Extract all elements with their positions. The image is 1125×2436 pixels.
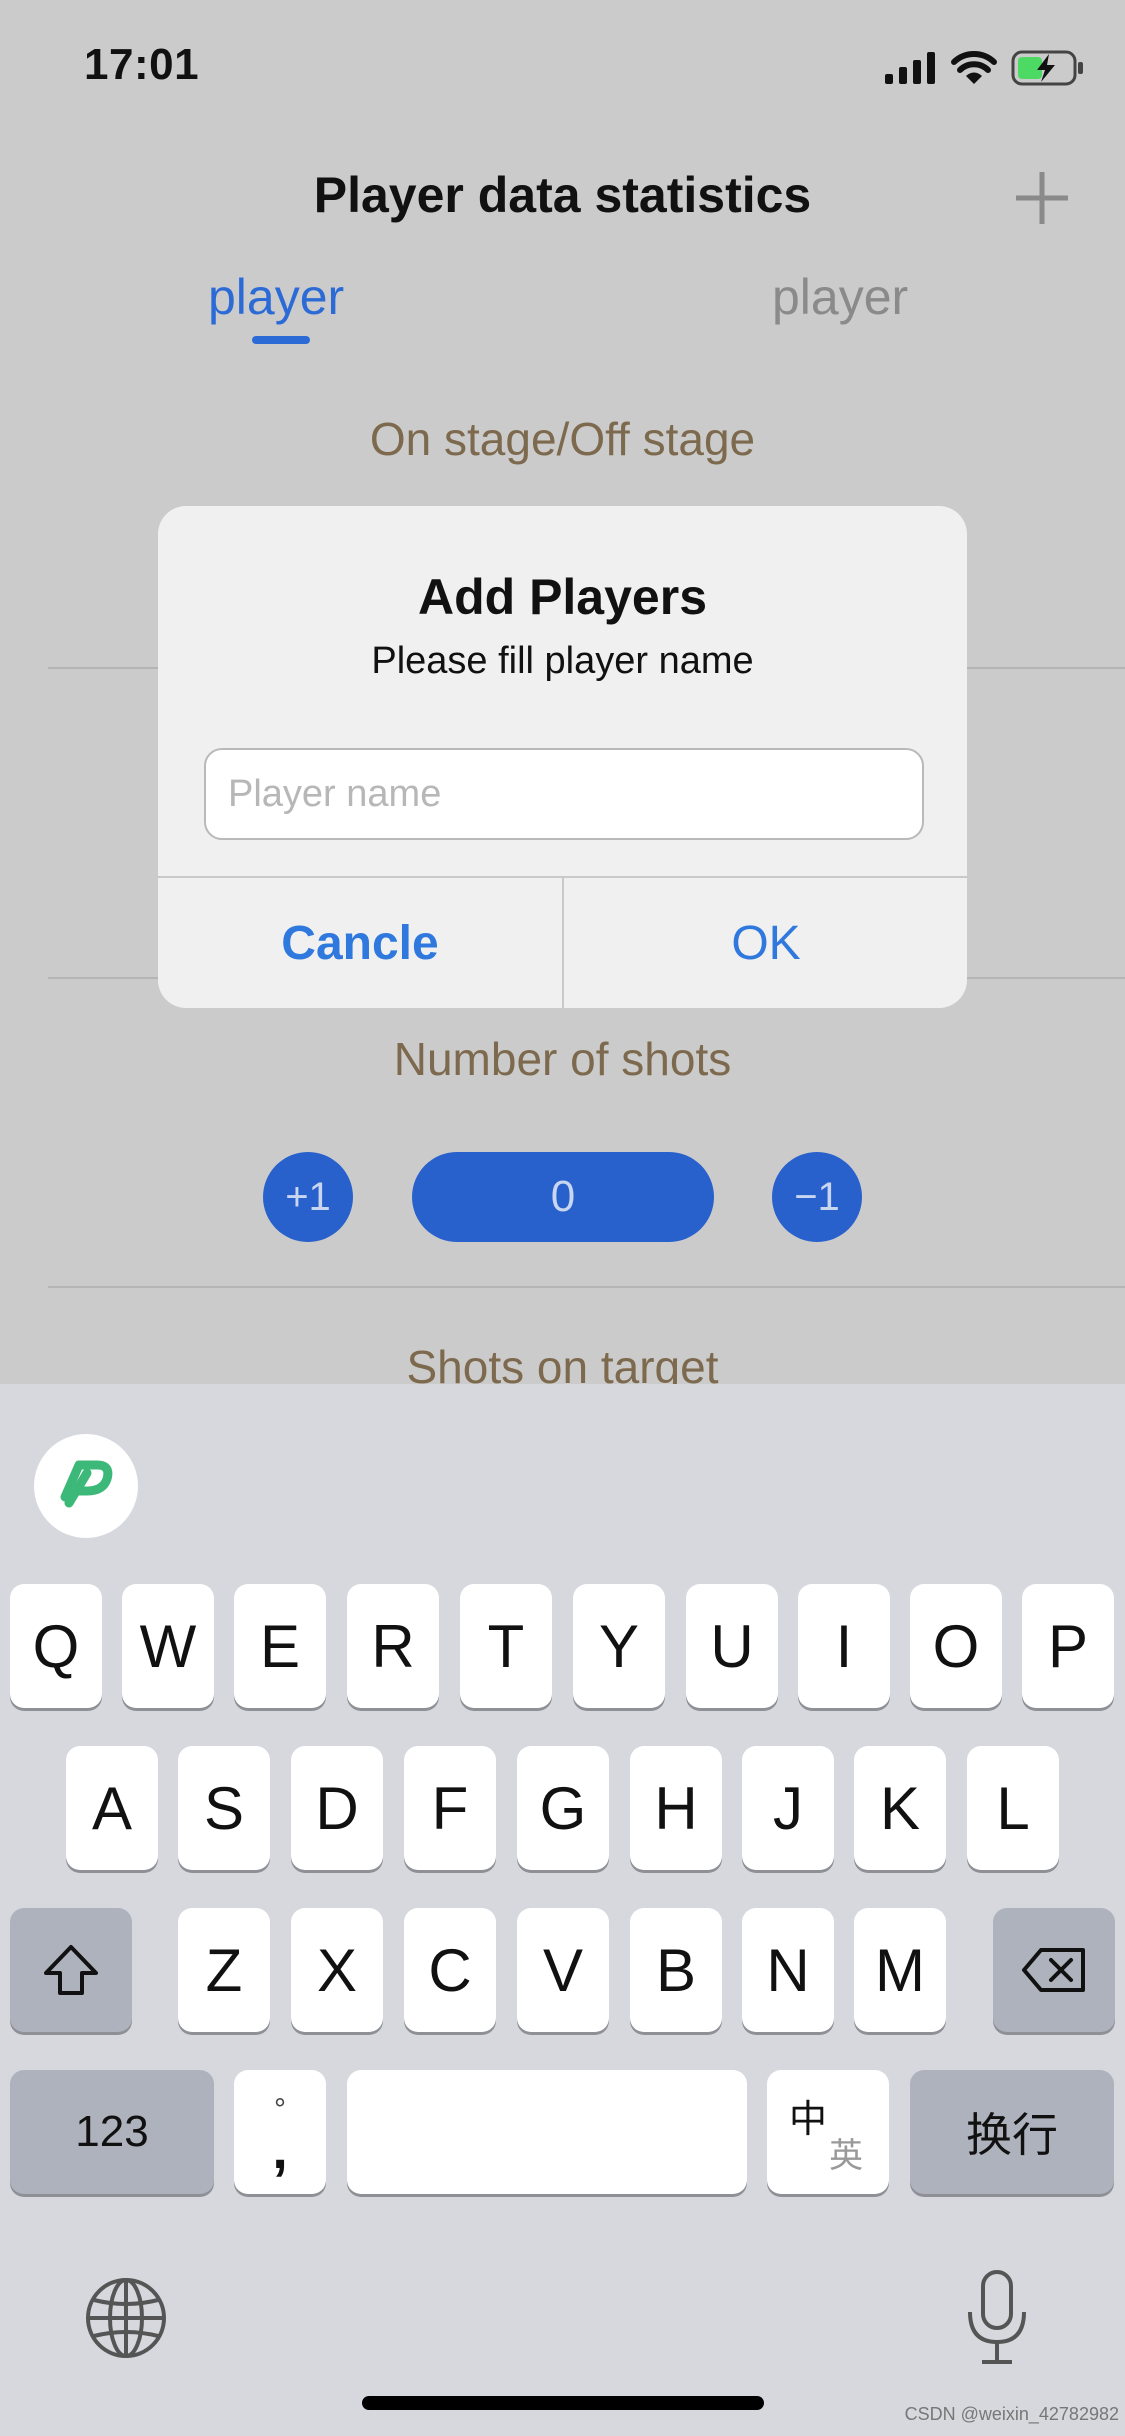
key-b[interactable]: B — [630, 1908, 722, 2032]
ok-button[interactable]: OK — [564, 878, 967, 1008]
key-m[interactable]: M — [854, 1908, 946, 2032]
key-y[interactable]: Y — [573, 1584, 665, 1708]
plus-icon[interactable] — [1010, 166, 1074, 230]
key-z[interactable]: Z — [178, 1908, 270, 2032]
p-logo-icon — [60, 1460, 113, 1508]
keyboard-app-badge[interactable] — [34, 1434, 138, 1538]
battery-charging-icon — [1011, 50, 1083, 86]
key-l[interactable]: L — [967, 1746, 1059, 1870]
key-f[interactable]: F — [404, 1746, 496, 1870]
cancel-button[interactable]: Cancle — [158, 878, 562, 1008]
tab-player-away[interactable]: player — [772, 268, 908, 326]
key-q[interactable]: Q — [10, 1584, 102, 1708]
globe-icon[interactable] — [84, 2276, 168, 2360]
signal-icon — [885, 52, 935, 84]
status-time: 17:01 — [84, 40, 200, 89]
key-g[interactable]: G — [517, 1746, 609, 1870]
active-tab-indicator — [252, 336, 310, 344]
shots-count-value: 0 — [412, 1152, 714, 1242]
key-x[interactable]: X — [291, 1908, 383, 2032]
status-icons — [885, 48, 1085, 88]
page-title: Player data statistics — [313, 167, 812, 223]
lang-top-label: 中 — [789, 2097, 828, 2141]
punct-bottom-label: , — [272, 2117, 288, 2180]
delete-icon — [1022, 1948, 1085, 1992]
screen: 17:01 Player data statistics player play… — [0, 0, 1125, 2436]
key-j[interactable]: J — [742, 1746, 834, 1870]
tab-player-home[interactable]: player — [208, 268, 344, 326]
numbers-key[interactable]: 123 — [10, 2070, 214, 2194]
shots-plus-button[interactable]: +1 — [263, 1152, 353, 1242]
section-number-of-shots: Number of shots — [393, 1033, 732, 1085]
section-on-off-stage: On stage/Off stage — [369, 413, 756, 465]
key-h[interactable]: H — [630, 1746, 722, 1870]
add-players-dialog: Add Players Please fill player name Canc… — [158, 506, 967, 1008]
space-key[interactable] — [347, 2070, 747, 2194]
key-v[interactable]: V — [517, 1908, 609, 2032]
watermark: CSDN @weixin_42782982 — [904, 2404, 1119, 2424]
key-w[interactable]: W — [122, 1584, 214, 1708]
return-key[interactable]: 换行 — [910, 2070, 1114, 2194]
key-u[interactable]: U — [686, 1584, 778, 1708]
home-indicator — [362, 2396, 764, 2410]
key-d[interactable]: D — [291, 1746, 383, 1870]
delete-key[interactable] — [993, 1908, 1115, 2032]
key-k[interactable]: K — [854, 1746, 946, 1870]
shift-icon — [44, 1945, 98, 1995]
key-t[interactable]: T — [460, 1584, 552, 1708]
dialog-title: Add Players — [417, 569, 707, 625]
key-n[interactable]: N — [742, 1908, 834, 2032]
key-i[interactable]: I — [798, 1584, 890, 1708]
microphone-icon[interactable] — [962, 2268, 1032, 2368]
key-o[interactable]: O — [910, 1584, 1002, 1708]
key-r[interactable]: R — [347, 1584, 439, 1708]
punctuation-key[interactable]: ° , — [234, 2070, 326, 2194]
key-a[interactable]: A — [66, 1746, 158, 1870]
divider — [48, 1286, 1125, 1288]
lang-bottom-label: 英 — [829, 2136, 863, 2176]
dialog-message: Please fill player name — [371, 640, 754, 682]
wifi-icon — [951, 51, 997, 84]
key-c[interactable]: C — [404, 1908, 496, 2032]
key-s[interactable]: S — [178, 1746, 270, 1870]
player-name-input[interactable] — [204, 748, 924, 840]
shots-minus-button[interactable]: −1 — [772, 1152, 862, 1242]
key-e[interactable]: E — [234, 1584, 326, 1708]
key-p[interactable]: P — [1022, 1584, 1114, 1708]
language-switch-key[interactable]: 中 英 — [767, 2070, 889, 2194]
shift-key[interactable] — [10, 1908, 132, 2032]
